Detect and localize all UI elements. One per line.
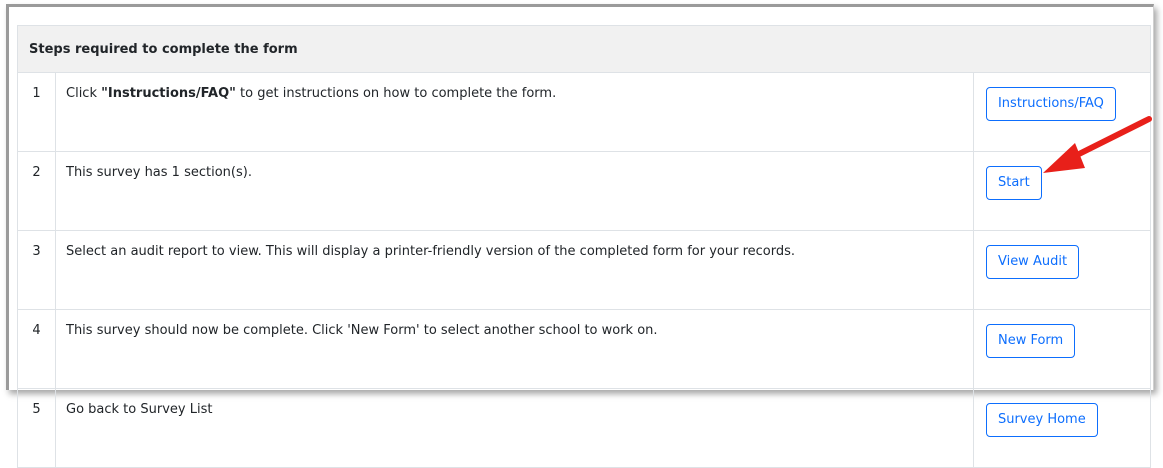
- step-description: This survey should now be complete. Clic…: [55, 309, 974, 389]
- table-title: Steps required to complete the form: [17, 25, 1151, 73]
- step-number: 2: [17, 151, 56, 231]
- screenshot-frame: Steps required to complete the form 1 Cl…: [6, 4, 1154, 468]
- step-action-cell: Start: [972, 151, 1152, 231]
- table-row: 5 Go back to Survey List Survey Home: [17, 388, 1152, 468]
- instructions-faq-button[interactable]: Instructions/FAQ: [985, 87, 1116, 121]
- new-form-button[interactable]: New Form: [985, 324, 1076, 358]
- start-button[interactable]: Start: [985, 166, 1042, 200]
- step-action-cell: View Audit: [972, 230, 1152, 310]
- step-text-suffix: to get instructions on how to complete t…: [235, 86, 557, 101]
- table-row: 3 Select an audit report to view. This w…: [17, 230, 1152, 310]
- step-number: 1: [17, 72, 56, 152]
- step-description: This survey has 1 section(s).: [55, 151, 974, 231]
- survey-home-button[interactable]: Survey Home: [985, 403, 1098, 437]
- table-row: 2 This survey has 1 section(s). Start: [17, 151, 1152, 231]
- step-description: Click "Instructions/FAQ" to get instruct…: [55, 72, 974, 152]
- step-number: 5: [17, 388, 56, 468]
- step-description: Select an audit report to view. This wil…: [55, 230, 974, 310]
- table-row: 1 Click "Instructions/FAQ" to get instru…: [17, 72, 1152, 152]
- step-action-cell: Instructions/FAQ: [972, 72, 1152, 152]
- step-action-cell: New Form: [972, 309, 1152, 389]
- step-text-bold: "Instructions/FAQ": [101, 86, 236, 101]
- step-number: 3: [17, 230, 56, 310]
- steps-table: Steps required to complete the form 1 Cl…: [17, 25, 1152, 468]
- step-description: Go back to Survey List: [55, 388, 974, 468]
- view-audit-button[interactable]: View Audit: [985, 245, 1080, 279]
- step-action-cell: Survey Home: [972, 388, 1152, 468]
- step-number: 4: [17, 309, 56, 389]
- step-text-prefix: Click: [66, 86, 102, 101]
- table-row: 4 This survey should now be complete. Cl…: [17, 309, 1152, 389]
